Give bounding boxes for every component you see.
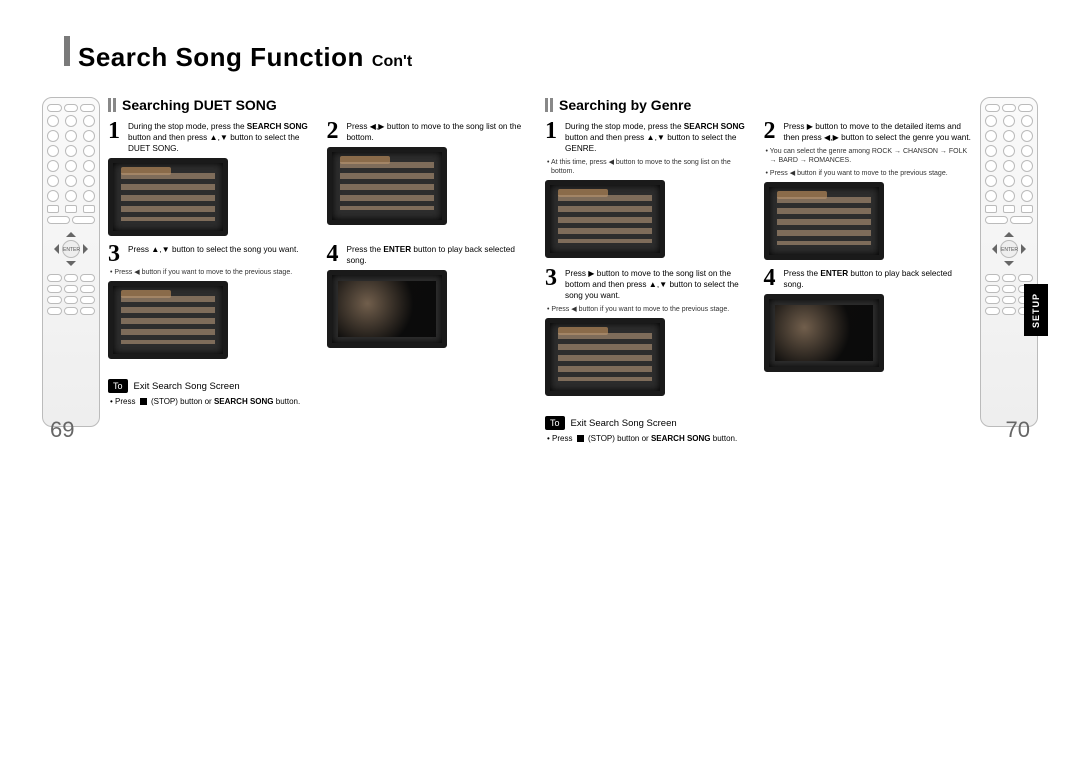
section-title-duet: Searching DUET SONG — [122, 97, 277, 113]
page-right: Searching by Genre 1 During the stop mod… — [545, 97, 1038, 443]
screen-thumbnail — [108, 281, 228, 359]
step-number: 3 — [108, 244, 124, 264]
section-marker-icon — [108, 98, 116, 112]
exit-badge: To — [545, 416, 565, 430]
step-number: 4 — [327, 244, 343, 264]
step-number: 3 — [545, 268, 561, 288]
step-note: Press ◀ button if you want to move to th… — [764, 169, 973, 178]
exit-note: Press (STOP) button or SEARCH SONG butto… — [108, 397, 535, 406]
step-text: Press ▶ button to move to the song list … — [565, 268, 754, 301]
remote-illustration-left: ENTER — [42, 97, 100, 427]
page-number-right: 70 — [1006, 417, 1030, 443]
title-rule — [64, 36, 70, 66]
step-text: During the stop mode, press the SEARCH S… — [565, 121, 754, 154]
step-text: Press the ENTER button to play back sele… — [347, 244, 536, 266]
step-text: Press ▶ button to move to the detailed i… — [784, 121, 973, 143]
page-left: ENTER Searching DUET SONG 1 — [42, 97, 535, 443]
screen-thumbnail — [327, 147, 447, 225]
exit-badge: To — [108, 379, 128, 393]
step-note: Press ◀ button if you want to move to th… — [545, 305, 754, 314]
exit-text: Exit Search Song Screen — [571, 418, 677, 429]
stop-icon — [140, 398, 147, 405]
duet-step-2: 2 Press ◀,▶ button to move to the song l… — [327, 121, 536, 236]
step-text: Press ▲,▼ button to select the song you … — [128, 244, 299, 255]
page-title: Search Song Function — [78, 42, 364, 73]
screen-thumbnail — [545, 318, 665, 396]
duet-step-1: 1 During the stop mode, press the SEARCH… — [108, 121, 317, 236]
duet-step-3: 3 Press ▲,▼ button to select the song yo… — [108, 244, 317, 359]
exit-bar: To Exit Search Song Screen — [108, 379, 535, 393]
screen-thumbnail — [327, 270, 447, 348]
screen-thumbnail — [764, 294, 884, 372]
section-tab-setup: SETUP — [1024, 284, 1048, 336]
screen-thumbnail — [108, 158, 228, 236]
step-number: 1 — [108, 121, 124, 141]
step-number: 2 — [327, 121, 343, 141]
exit-note: Press (STOP) button or SEARCH SONG butto… — [545, 434, 972, 443]
screen-thumbnail — [764, 182, 884, 260]
step-number: 4 — [764, 268, 780, 288]
manual-spread: Search Song Function Con't ENTER — [36, 36, 1044, 596]
genre-step-2: 2 Press ▶ button to move to the detailed… — [764, 121, 973, 260]
genre-step-1: 1 During the stop mode, press the SEARCH… — [545, 121, 754, 260]
exit-text: Exit Search Song Screen — [134, 381, 240, 392]
page-title-cont: Con't — [372, 53, 412, 71]
duet-step-4: 4 Press the ENTER button to play back se… — [327, 244, 536, 359]
remote-illustration-right: ENTER — [980, 97, 1038, 427]
exit-bar: To Exit Search Song Screen — [545, 416, 972, 430]
page-title-bar: Search Song Function Con't — [36, 36, 1044, 73]
dpad-icon: ENTER — [51, 229, 91, 269]
dpad-icon: ENTER — [989, 229, 1029, 269]
step-text: During the stop mode, press the SEARCH S… — [128, 121, 317, 154]
screen-thumbnail — [545, 180, 665, 258]
section-marker-icon — [545, 98, 553, 112]
step-number: 1 — [545, 121, 561, 141]
step-note: Press ◀ button if you want to move to th… — [108, 268, 317, 277]
step-text: Press ◀,▶ button to move to the song lis… — [347, 121, 536, 143]
section-title-genre: Searching by Genre — [559, 97, 691, 113]
genre-step-3: 3 Press ▶ button to move to the song lis… — [545, 268, 754, 396]
stop-icon — [577, 435, 584, 442]
page-number-left: 69 — [50, 417, 74, 443]
genre-step-4: 4 Press the ENTER button to play back se… — [764, 268, 973, 396]
step-note: At this time, press ◀ button to move to … — [545, 158, 754, 176]
step-note: You can select the genre among ROCK → CH… — [764, 147, 973, 165]
step-number: 2 — [764, 121, 780, 141]
step-text: Press the ENTER button to play back sele… — [784, 268, 973, 290]
